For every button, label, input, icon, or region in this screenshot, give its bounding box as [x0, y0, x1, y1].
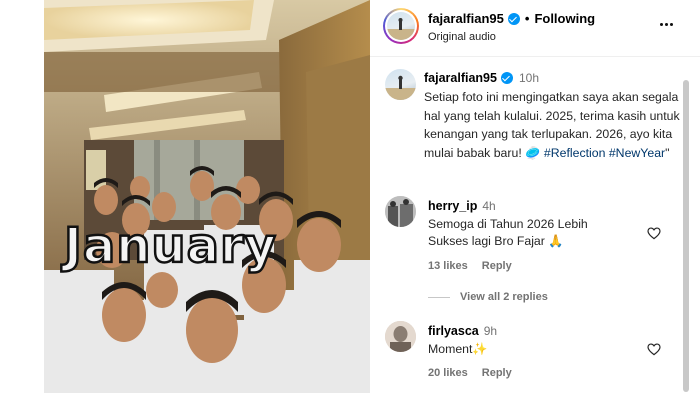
comment-avatar[interactable]	[385, 321, 416, 352]
caption-hashtags[interactable]: #Reflection #NewYear	[544, 146, 665, 160]
view-replies-button[interactable]: View all 2 replies	[428, 291, 548, 303]
header-username[interactable]: fajaralfian95	[428, 11, 504, 26]
avatar-photo-icon	[385, 75, 416, 100]
comment-username[interactable]: firlyasca	[428, 324, 479, 338]
more-options-icon[interactable]	[654, 14, 678, 34]
caption-avatar[interactable]	[385, 69, 416, 100]
caption-username[interactable]: fajaralfian95	[424, 71, 497, 85]
comments-scrollbar[interactable]	[683, 80, 689, 392]
comment-time: 9h	[483, 324, 498, 338]
comment-text: Moment✨	[428, 342, 488, 356]
audio-label[interactable]: Original audio	[428, 31, 496, 43]
comment-likes[interactable]: 13 likes	[428, 260, 468, 272]
caption-time: 10h	[518, 71, 539, 85]
caption-end: "	[665, 145, 670, 160]
post-header: fajaralfian95 • Following Original audio	[370, 0, 700, 57]
post-details-panel: fajaralfian95 • Following Original audio…	[370, 0, 700, 393]
like-heart-icon[interactable]	[646, 341, 662, 357]
verified-badge-icon	[500, 72, 513, 84]
left-margin	[0, 0, 44, 393]
following-button[interactable]: Following	[534, 11, 595, 26]
avatar-photo-icon	[385, 321, 416, 352]
replies-line	[428, 296, 450, 298]
comment-avatar[interactable]	[385, 196, 416, 227]
reply-button[interactable]: Reply	[482, 367, 512, 379]
verified-badge-icon	[507, 12, 520, 25]
comment-text: Semoga di Tahun 2026 Lebih Sukses lagi B…	[428, 217, 588, 248]
overlay-text: January	[61, 218, 277, 274]
reply-button[interactable]: Reply	[482, 260, 512, 272]
separator: •	[524, 11, 530, 26]
comment-username[interactable]: herry_ip	[428, 199, 477, 213]
comment-likes[interactable]: 20 likes	[428, 367, 468, 379]
caption-text: Setiap foto ini mengingatkan saya akan s…	[424, 88, 686, 162]
group-selfie-photo: January	[44, 0, 370, 393]
story-ring-avatar[interactable]	[383, 8, 419, 44]
view-replies-label: View all 2 replies	[460, 291, 548, 303]
like-heart-icon[interactable]	[646, 225, 662, 241]
post-photo[interactable]: January	[44, 0, 370, 393]
comment-time: 4h	[482, 199, 496, 213]
avatar-photo-icon	[385, 196, 416, 227]
avatar-photo-icon	[387, 18, 415, 40]
